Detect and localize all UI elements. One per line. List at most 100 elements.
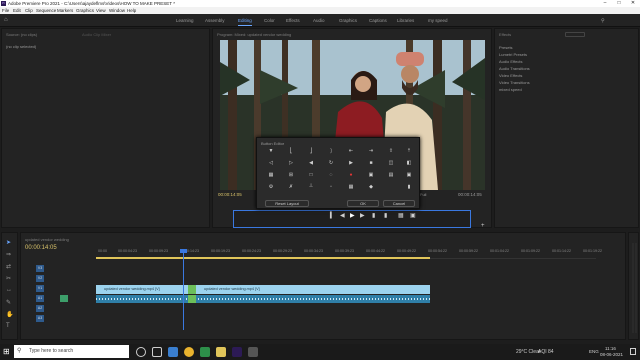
slip-tool-icon[interactable]: ↔ (6, 287, 12, 293)
ripple-edit-tool-icon[interactable]: ⇄ (6, 263, 11, 270)
minimize-icon[interactable]: – (598, 0, 612, 7)
record-icon[interactable]: ● (347, 172, 355, 178)
effects-item-video-effects[interactable]: Video Effects (499, 73, 522, 78)
app-taskbar-icon[interactable] (248, 347, 258, 357)
weather-label[interactable]: 29°C Clear (516, 349, 541, 355)
close-icon[interactable]: ✕ (626, 0, 640, 7)
dropped-frame-icon[interactable]: ◆ (367, 184, 375, 190)
track-solo-toggle[interactable] (60, 295, 68, 302)
task-view-icon[interactable] (152, 347, 162, 357)
export-frame-icon[interactable]: ▣ (410, 212, 416, 219)
edge-icon[interactable] (168, 347, 178, 357)
work-area-bar[interactable] (96, 257, 430, 259)
step-forward-icon[interactable]: ▶ (360, 212, 365, 219)
clock-date[interactable]: 08-06-2021 (600, 352, 623, 357)
track-a1-label[interactable]: A1 (36, 295, 44, 302)
menu-graphics[interactable]: Graphics (76, 8, 94, 13)
clock-time[interactable]: 11:16 (605, 346, 616, 351)
workspace-graphics[interactable]: Graphics (339, 18, 357, 23)
cancel-button[interactable]: Cancel (383, 200, 415, 207)
menu-help[interactable]: Help (127, 8, 136, 13)
workspace-audio[interactable]: Audio (313, 18, 325, 23)
windows-start-icon[interactable]: ⊞ (3, 347, 10, 356)
play-icon[interactable]: ▶ (350, 212, 355, 219)
workspace-editing[interactable]: Editing (238, 18, 252, 26)
effects-item-video-transitions[interactable]: Video Transitions (499, 80, 530, 85)
play-in-out-icon[interactable]: ▷ (287, 160, 295, 166)
go-to-out-icon[interactable]: ⇥ (367, 148, 375, 154)
language-label[interactable]: ENG (589, 349, 599, 354)
playhead[interactable] (183, 250, 184, 330)
menu-sequence[interactable]: Sequence (36, 8, 56, 13)
effects-item-mixed-speed[interactable]: mixed speed (499, 87, 522, 92)
mark-out-button-icon[interactable]: ⎦ (307, 148, 315, 154)
mute-icon[interactable]: ✗ (287, 184, 295, 190)
pen-tool-icon[interactable]: ✎ (6, 299, 11, 306)
hand-tool-icon[interactable]: ✋ (6, 311, 13, 318)
track-a2-label[interactable]: A2 (36, 305, 44, 312)
track-v1-label[interactable]: V1 (36, 285, 44, 292)
workspace-captions[interactable]: Captions (369, 18, 387, 23)
notification-icon[interactable] (630, 348, 636, 355)
mark-in-button-icon[interactable]: ⎣ (287, 148, 295, 154)
settings-button-icon[interactable]: ⚙ (267, 184, 275, 190)
maximize-icon[interactable]: □ (612, 0, 626, 7)
show-guides-icon[interactable]: ▫ (327, 184, 335, 190)
effects-search-input[interactable] (565, 32, 585, 37)
workspace-learning[interactable]: Learning (176, 18, 194, 23)
step-back-icon[interactable]: ◀ (340, 212, 345, 219)
effects-item-audio-transitions[interactable]: Audio Transitions (499, 66, 530, 71)
aqi-label[interactable]: AQI 84 (538, 349, 554, 355)
proxy-toggle-icon[interactable]: ▤ (387, 172, 395, 178)
razor-tool-icon[interactable]: ✂ (6, 275, 11, 282)
camera-icon[interactable]: ▦ (398, 212, 404, 219)
workspace-assembly[interactable]: Assembly (205, 18, 225, 23)
multi-camera-icon[interactable]: ▦ (267, 172, 275, 178)
timeline-tab[interactable]: updated vendor wedding (25, 237, 69, 242)
button-editor-plus-icon[interactable]: + (481, 223, 485, 229)
spacer-icon[interactable]: ▮ (405, 184, 413, 190)
workspace-my-speed[interactable]: my speed (428, 18, 448, 23)
safe-margins-icon[interactable]: ⊞ (287, 172, 295, 178)
extract-icon[interactable]: ⇡ (405, 148, 413, 154)
menu-clip[interactable]: Clip (25, 8, 33, 13)
track-v3-label[interactable]: V3 (36, 265, 44, 272)
loop-icon[interactable]: ↻ (327, 160, 335, 166)
trim-icon[interactable]: ◧ (405, 160, 413, 166)
type-tool-icon[interactable]: T (6, 323, 10, 329)
home-icon[interactable]: ⌂ (4, 17, 8, 23)
clear-in-icon[interactable]: ❳ (327, 148, 335, 154)
lift-icon[interactable]: ⇧ (387, 148, 395, 154)
menu-window[interactable]: Window (109, 8, 125, 13)
overlay-icon[interactable]: □ (307, 172, 315, 178)
video-clip[interactable]: updated vendor wedding.mp4 [V] (96, 285, 188, 294)
mark-in-icon[interactable]: ▍ (330, 212, 335, 219)
program-monitor-title[interactable]: Program: Mixed: updated vendor wedding (217, 32, 291, 37)
transition-marker[interactable] (188, 285, 196, 294)
excel-icon[interactable] (200, 347, 210, 357)
workspace-effects[interactable]: Effects (286, 18, 300, 23)
audio-mixer-tab[interactable]: Audio Clip Mixer (82, 32, 111, 37)
ok-button[interactable]: OK (347, 200, 379, 207)
lumetri-scopes-icon[interactable]: ▣ (405, 172, 413, 178)
quality-dropdown[interactable]: Full (420, 192, 426, 197)
overwrite-icon[interactable]: ▮ (384, 212, 387, 219)
video-clip[interactable]: updated vendor wedding.mp4 [V] (196, 285, 430, 294)
playhead-handle[interactable] (180, 249, 187, 253)
cortana-icon[interactable] (136, 347, 146, 357)
workspace-color[interactable]: Color (264, 18, 275, 23)
file-explorer-icon[interactable] (216, 347, 226, 357)
snap-icon[interactable]: ▦ (347, 184, 355, 190)
menu-file[interactable]: File (2, 8, 9, 13)
play-button-icon[interactable]: ▶ (347, 160, 355, 166)
chrome-icon[interactable] (184, 347, 194, 357)
taskbar-search-box[interactable]: ⚲ Type here to search (14, 345, 129, 358)
track-v2-label[interactable]: V2 (36, 275, 44, 282)
effects-item-lumetri[interactable]: Lumetri Presets (499, 52, 527, 57)
track-a3-label[interactable]: A3 (36, 315, 44, 322)
workspace-libraries[interactable]: Libraries (397, 18, 414, 23)
menu-view[interactable]: View (96, 8, 106, 13)
menu-markers[interactable]: Markers (57, 8, 73, 13)
audio-transition-marker[interactable] (188, 295, 196, 303)
reset-layout-button[interactable]: Reset Layout (265, 200, 309, 207)
